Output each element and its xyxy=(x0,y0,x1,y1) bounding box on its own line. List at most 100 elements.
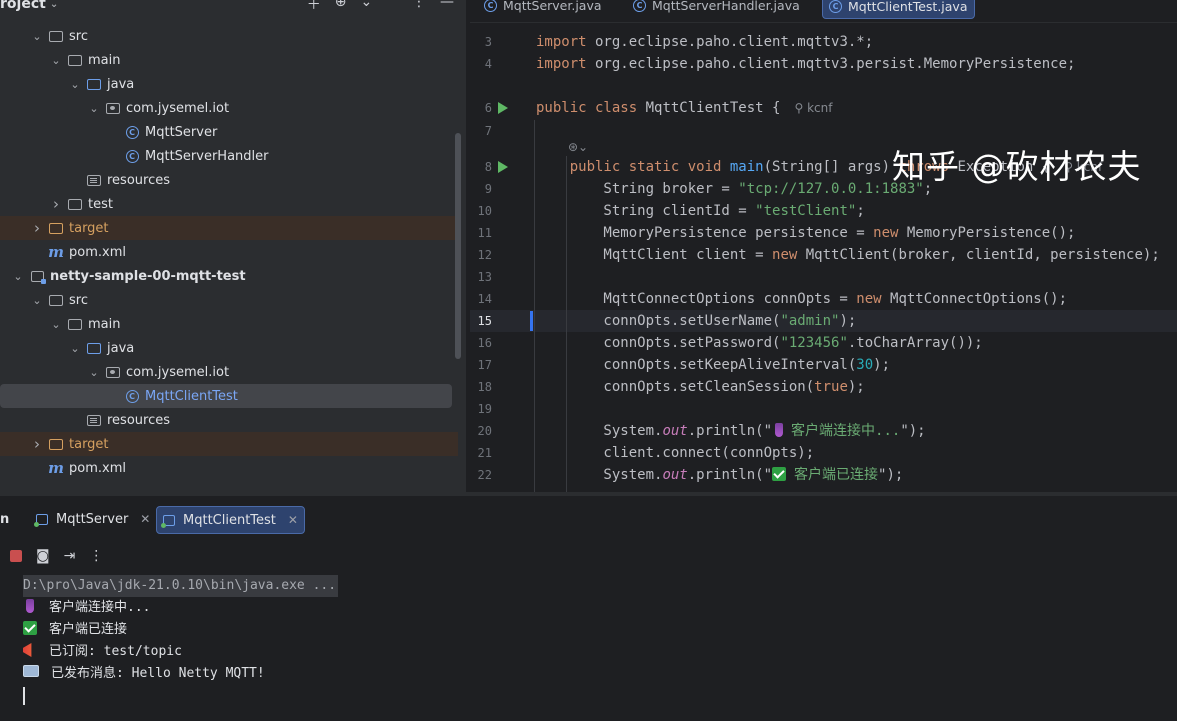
tree-item[interactable]: resources xyxy=(0,168,458,192)
code-token: out xyxy=(662,423,688,439)
tree-item[interactable]: m pom.xml xyxy=(0,456,458,480)
code-token: true xyxy=(814,379,848,395)
resources-folder-icon xyxy=(86,412,102,428)
code-token: new xyxy=(873,225,899,241)
tree-item-label: target xyxy=(69,220,109,236)
tree-item[interactable]: ⌄ src xyxy=(0,288,458,312)
expand-all-icon[interactable]: ⌄ xyxy=(361,0,373,14)
code-line: String clientId = "testClient"; xyxy=(536,200,865,222)
chevron-right-icon[interactable]: › xyxy=(30,219,44,237)
tree-item[interactable]: ⌄ com.jysemel.iot xyxy=(0,96,458,120)
class-icon: C xyxy=(829,0,842,13)
author-hint[interactable]: ⚲ kcnf xyxy=(794,101,832,115)
project-scrollbar[interactable] xyxy=(455,133,461,359)
tree-item-label: pom.xml xyxy=(69,244,126,260)
tree-item[interactable]: ⌄ java xyxy=(0,72,458,96)
tab-mqttserver-java[interactable]: C MqttServer.java xyxy=(484,0,602,17)
tree-item-label: MqttServer xyxy=(145,124,218,140)
code-line: connOpts.setPassword("123456".toCharArra… xyxy=(536,332,982,354)
chevron-down-icon[interactable]: ⌄ xyxy=(50,0,58,10)
code-line: MqttConnectOptions connOpts = new MqttCo… xyxy=(536,288,1067,310)
run-tab-label: MqttClientTest xyxy=(183,512,276,528)
plug-emoji-icon xyxy=(775,423,784,437)
tree-item[interactable]: › test xyxy=(0,192,458,216)
tree-item-label: target xyxy=(69,436,109,452)
close-icon[interactable]: ✕ xyxy=(288,513,298,527)
line-number: 15 xyxy=(477,314,492,328)
tree-item[interactable]: m pom.xml xyxy=(0,240,458,264)
chevron-right-icon[interactable]: › xyxy=(49,195,63,213)
line-number: 20 xyxy=(477,424,492,438)
chevron-down-icon[interactable]: ⌄ xyxy=(49,318,63,331)
tree-item[interactable]: ⌄ main xyxy=(0,312,458,336)
check-emoji-icon xyxy=(23,621,37,635)
more-icon[interactable]: ⋮ xyxy=(89,548,103,564)
tree-item-label: com.jysemel.iot xyxy=(126,100,230,116)
folder-icon xyxy=(48,292,64,308)
tree-item[interactable]: ⌄ java xyxy=(0,336,458,360)
code-token: .println(" xyxy=(687,423,773,439)
code-token: public static void xyxy=(569,159,722,175)
tree-item-label: src xyxy=(69,28,88,44)
run-tab-mqttserver[interactable]: MqttServer ✕ xyxy=(30,506,156,532)
close-icon[interactable]: ✕ xyxy=(140,512,150,526)
code-token: String broker = xyxy=(536,181,739,197)
tab-mqttclienttest-java[interactable]: C MqttClientTest.java xyxy=(822,0,975,19)
indent-guide xyxy=(534,120,535,492)
chevron-down-icon[interactable]: ⌄ xyxy=(49,54,63,67)
locate-icon[interactable]: ⊕ xyxy=(335,0,347,14)
console-text: 已发布消息: Hello Netty MQTT! xyxy=(51,666,265,681)
tab-mqttserverhandler-java[interactable]: C MqttServerHandler.java xyxy=(633,0,800,17)
tree-item[interactable]: › target xyxy=(0,216,458,240)
chevron-down-icon[interactable]: ⌄ xyxy=(87,102,101,115)
code-editor[interactable]: C MqttServer.java C MqttServerHandler.ja… xyxy=(470,0,1177,492)
code-token: MqttClient(broker, clientId, persistence… xyxy=(797,247,1160,263)
tree-item[interactable]: C MqttServer xyxy=(0,120,458,144)
run-gutter-icon[interactable] xyxy=(498,102,508,114)
code-token: ; xyxy=(856,203,865,219)
tree-item[interactable]: resources xyxy=(0,408,458,432)
chevron-down-icon[interactable]: ⌄ xyxy=(68,342,82,355)
chevron-down-icon[interactable]: ⌄ xyxy=(11,270,25,283)
code-token: 30 xyxy=(856,357,874,373)
run-gutter-icon[interactable] xyxy=(498,161,508,173)
add-icon[interactable]: ＋ xyxy=(307,0,321,14)
tree-item[interactable]: ⌄ netty-sample-00-mqtt-test xyxy=(0,264,458,288)
chevron-right-icon[interactable]: › xyxy=(30,435,44,453)
tree-item[interactable]: ⌄ src xyxy=(0,24,458,48)
project-toolbar: ＋ ⊕ ⌄ ⌃ ⋮ — xyxy=(307,0,454,14)
run-tab-mqttclienttest[interactable]: MqttClientTest ✕ xyxy=(156,506,305,534)
chevron-down-icon[interactable]: ⌄ xyxy=(30,294,44,307)
code-token: ); xyxy=(839,313,857,329)
chevron-down-icon[interactable]: ⌄ xyxy=(30,30,44,43)
code-line: import org.eclipse.paho.client.mqttv3.*; xyxy=(536,31,873,53)
project-panel-title[interactable]: roject ⌄ xyxy=(0,0,58,16)
camera-icon[interactable]: ◙ xyxy=(36,548,50,564)
code-token: org.eclipse.paho.client.mqttv3.persist.M… xyxy=(586,56,1076,72)
tree-item[interactable]: › target xyxy=(0,432,458,456)
chevron-down-icon[interactable]: ⌄ xyxy=(87,366,101,379)
options-icon[interactable]: ⋮ xyxy=(412,0,426,14)
author-hint-label: kcnf xyxy=(807,101,833,115)
code-token: connOpts.setKeepAliveInterval( xyxy=(536,357,857,373)
console-command-line[interactable]: D:\pro\Java\jdk-21.0.10\bin\java.exe ... xyxy=(23,575,339,597)
hide-icon[interactable]: — xyxy=(440,0,454,14)
code-line: client.connect(connOpts); xyxy=(536,442,814,464)
class-icon: C xyxy=(124,148,140,164)
code-token: 客户端连接中... xyxy=(791,423,901,439)
tree-item[interactable]: C MqttClientTest xyxy=(0,384,452,408)
tree-item[interactable]: ⌄ main xyxy=(0,48,458,72)
chevron-down-icon[interactable]: ⌄ xyxy=(68,78,82,91)
collapse-all-icon[interactable]: ⌃ xyxy=(386,0,398,14)
tree-item[interactable]: C MqttServerHandler xyxy=(0,144,458,168)
stop-icon[interactable] xyxy=(10,550,22,562)
tree-item-label: pom.xml xyxy=(69,460,126,476)
tree-item-label: MqttServerHandler xyxy=(145,148,269,164)
watermark: 知乎 @砍材农夫 xyxy=(892,147,1142,186)
tree-item[interactable]: ⌄ com.jysemel.iot xyxy=(0,360,458,384)
plug-emoji-icon xyxy=(26,599,34,613)
inlay-icon[interactable]: ⊛⌄ xyxy=(568,140,588,154)
line-number: 8 xyxy=(484,160,492,174)
exit-icon[interactable]: ⇥ xyxy=(64,548,76,564)
line-number: 9 xyxy=(484,182,492,196)
